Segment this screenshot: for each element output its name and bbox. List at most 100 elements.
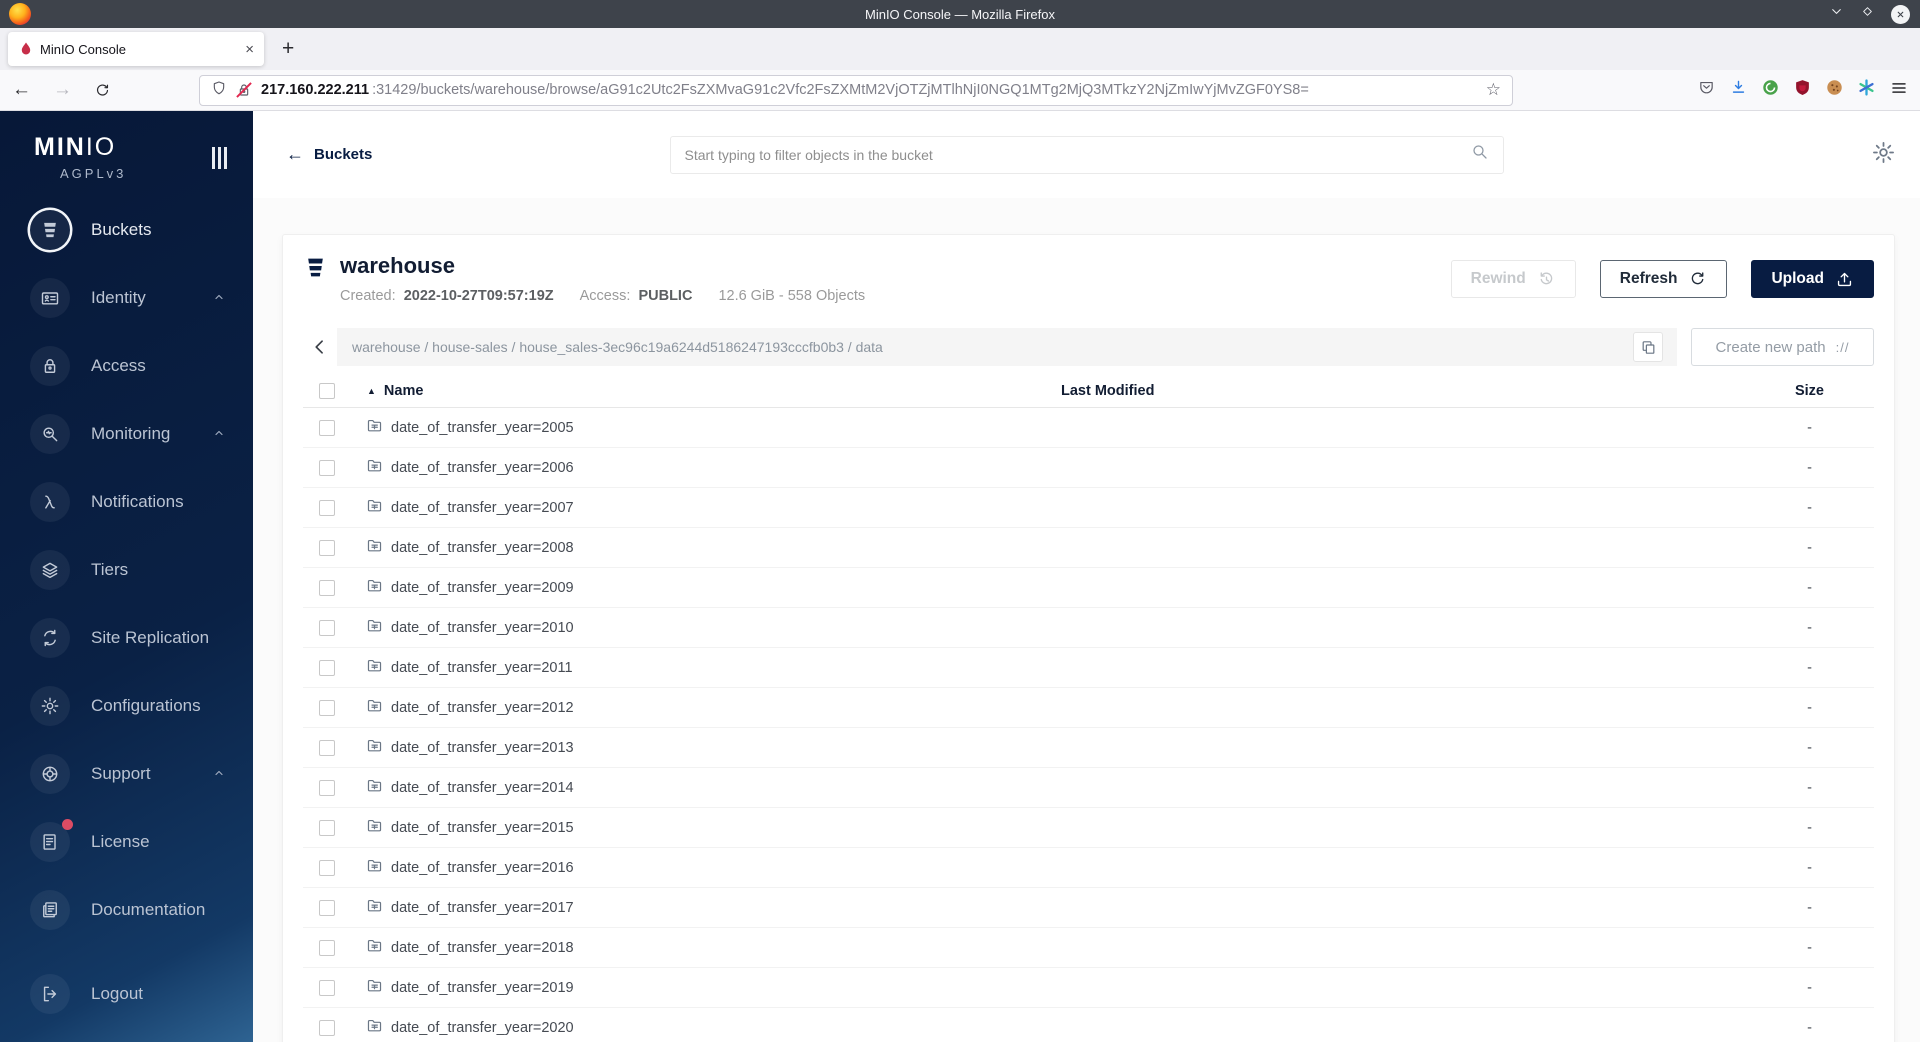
object-name[interactable]: date_of_transfer_year=2007 [391,500,574,516]
search-input[interactable] [684,146,1471,163]
object-name[interactable]: date_of_transfer_year=2018 [391,940,574,956]
table-row[interactable]: date_of_transfer_year=2015 - [303,808,1874,848]
object-name[interactable]: date_of_transfer_year=2010 [391,620,574,636]
breadcrumb-back-button[interactable] [303,328,337,366]
object-name[interactable]: date_of_transfer_year=2008 [391,540,574,556]
table-row[interactable]: date_of_transfer_year=2020 - [303,1008,1874,1042]
row-checkbox[interactable] [319,779,335,796]
cookie-extension-icon[interactable] [1826,79,1843,101]
row-checkbox[interactable] [319,979,335,996]
sidebar-item-site-replication[interactable]: Site Replication [0,604,253,672]
table-row[interactable]: date_of_transfer_year=2007 - [303,488,1874,528]
table-row[interactable]: date_of_transfer_year=2018 - [303,928,1874,968]
row-checkbox[interactable] [319,859,335,876]
asterisk-extension-icon[interactable] [1858,79,1875,101]
chevron-up-icon[interactable] [213,424,225,444]
row-checkbox[interactable] [319,819,335,836]
select-all-checkbox[interactable] [319,382,335,399]
object-name[interactable]: date_of_transfer_year=2014 [391,780,574,796]
new-tab-button[interactable]: + [282,37,294,61]
menu-hamburger-icon[interactable] [1890,79,1908,102]
row-checkbox[interactable] [319,619,335,636]
object-name[interactable]: date_of_transfer_year=2006 [391,460,574,476]
extension-green-icon[interactable] [1762,79,1779,101]
downloads-icon[interactable] [1730,79,1747,101]
row-checkbox[interactable] [319,899,335,916]
row-checkbox[interactable] [319,939,335,956]
chevron-up-icon[interactable] [213,764,225,784]
object-name[interactable]: date_of_transfer_year=2019 [391,980,574,996]
sidebar-item-support[interactable]: Support [0,740,253,808]
pocket-icon[interactable] [1698,79,1715,101]
object-name[interactable]: date_of_transfer_year=2015 [391,820,574,836]
last-modified-column-header[interactable]: Last Modified [1049,383,1699,399]
row-checkbox[interactable] [319,419,335,436]
size-column-header[interactable]: Size [1699,383,1874,399]
create-new-path-button[interactable]: Create new path :// [1691,328,1874,366]
object-name[interactable]: date_of_transfer_year=2009 [391,580,574,596]
sidebar-item-tiers[interactable]: Tiers [0,536,253,604]
upload-button[interactable]: Upload [1751,260,1874,298]
row-checkbox[interactable] [319,659,335,676]
nav-forward-button[interactable]: → [53,79,72,101]
table-row[interactable]: date_of_transfer_year=2010 - [303,608,1874,648]
sidebar-item-notifications[interactable]: Notifications [0,468,253,536]
table-row[interactable]: date_of_transfer_year=2013 - [303,728,1874,768]
folder-icon [366,857,383,878]
row-checkbox[interactable] [319,579,335,596]
sidebar-item-documentation[interactable]: Documentation [0,876,253,944]
row-checkbox[interactable] [319,499,335,516]
sidebar-item-license[interactable]: License [0,808,253,876]
nav-reload-button[interactable] [94,82,111,99]
row-checkbox[interactable] [319,699,335,716]
table-row[interactable]: date_of_transfer_year=2016 - [303,848,1874,888]
table-row[interactable]: date_of_transfer_year=2019 - [303,968,1874,1008]
name-column-header[interactable]: Name [384,383,424,399]
row-checkbox[interactable] [319,739,335,756]
rewind-button[interactable]: Rewind [1450,260,1576,298]
object-name[interactable]: date_of_transfer_year=2016 [391,860,574,876]
object-name[interactable]: date_of_transfer_year=2020 [391,1020,574,1036]
table-row[interactable]: date_of_transfer_year=2009 - [303,568,1874,608]
object-filter-search[interactable] [669,135,1504,174]
table-row[interactable]: date_of_transfer_year=2005 - [303,408,1874,448]
object-name[interactable]: date_of_transfer_year=2013 [391,740,574,756]
sidebar-collapse-icon[interactable] [212,147,227,169]
nav-back-button[interactable]: ← [12,79,31,101]
sidebar-item-buckets[interactable]: Buckets [0,196,253,264]
sidebar-item-identity[interactable]: Identity [0,264,253,332]
table-row[interactable]: date_of_transfer_year=2008 - [303,528,1874,568]
insecure-lock-icon[interactable] [236,82,252,98]
refresh-button[interactable]: Refresh [1599,260,1728,298]
object-name[interactable]: date_of_transfer_year=2017 [391,900,574,916]
table-row[interactable]: date_of_transfer_year=2011 - [303,648,1874,688]
sidebar-item-configurations[interactable]: Configurations [0,672,253,740]
window-maximize-button[interactable] [1861,5,1874,23]
object-name[interactable]: date_of_transfer_year=2011 [391,660,573,676]
tab-minio-console[interactable]: MinIO Console × [8,32,264,66]
table-row[interactable]: date_of_transfer_year=2014 - [303,768,1874,808]
object-name[interactable]: date_of_transfer_year=2005 [391,420,574,436]
url-bar[interactable]: 217.160.222.211:31429/buckets/warehouse/… [199,74,1513,106]
ublock-origin-icon[interactable] [1794,79,1811,101]
buckets-back-link[interactable]: ← Buckets [286,144,372,165]
object-name[interactable]: date_of_transfer_year=2012 [391,700,574,716]
chevron-up-icon[interactable] [213,288,225,308]
sidebar-item-logout[interactable]: Logout [0,960,253,1028]
window-close-button[interactable] [1891,4,1910,24]
settings-gear-button[interactable] [1871,140,1896,170]
sidebar-item-access[interactable]: Access [0,332,253,400]
copy-path-button[interactable] [1633,332,1663,362]
bookmark-star-icon[interactable]: ☆ [1486,80,1501,100]
row-checkbox[interactable] [319,539,335,556]
table-row[interactable]: date_of_transfer_year=2017 - [303,888,1874,928]
row-checkbox[interactable] [319,1019,335,1036]
sort-asc-icon[interactable]: ▲ [367,386,376,396]
tracking-shield-icon[interactable] [211,80,227,100]
tab-close-icon[interactable]: × [245,42,254,57]
row-checkbox[interactable] [319,459,335,476]
table-row[interactable]: date_of_transfer_year=2012 - [303,688,1874,728]
table-row[interactable]: date_of_transfer_year=2006 - [303,448,1874,488]
sidebar-item-monitoring[interactable]: Monitoring [0,400,253,468]
window-minimize-button[interactable] [1829,4,1844,24]
